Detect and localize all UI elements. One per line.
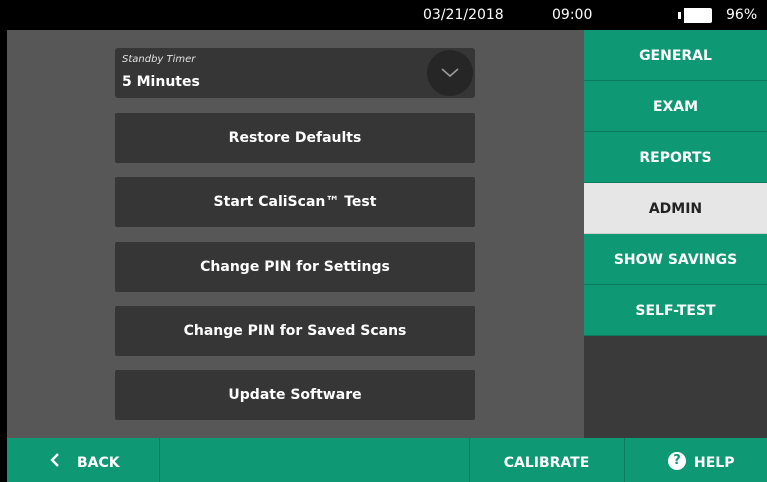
change-pin-settings-button[interactable]: Change PIN for Settings <box>115 242 475 292</box>
calibrate-button[interactable]: CALIBRATE <box>469 438 624 482</box>
update-software-button[interactable]: Update Software <box>115 370 475 420</box>
standby-timer-dropdown[interactable]: Standby Timer 5 Minutes <box>115 48 475 98</box>
battery-icon <box>678 8 712 23</box>
divider <box>159 438 160 482</box>
chevron-down-icon[interactable] <box>427 50 473 96</box>
help-button[interactable]: ? HELP <box>624 438 767 482</box>
tab-reports[interactable]: REPORTS <box>584 132 767 183</box>
back-button[interactable]: BACK <box>7 438 159 482</box>
tab-exam[interactable]: EXAM <box>584 81 767 132</box>
tab-general[interactable]: GENERAL <box>584 30 767 81</box>
start-caliscan-test-button[interactable]: Start CaliScan™ Test <box>115 177 475 227</box>
chevron-left-icon <box>50 453 59 467</box>
back-label: BACK <box>77 455 120 471</box>
standby-timer-label: Standby Timer <box>122 54 196 65</box>
settings-sidebar: GENERAL EXAM REPORTS ADMIN SHOW SAVINGS … <box>584 30 767 438</box>
tab-self-test[interactable]: SELF-TEST <box>584 285 767 336</box>
bottom-bar: BACK CALIBRATE ? HELP <box>7 438 767 482</box>
help-label: HELP <box>694 455 735 471</box>
standby-timer-value: 5 Minutes <box>122 74 200 90</box>
restore-defaults-button[interactable]: Restore Defaults <box>115 113 475 163</box>
battery-percent: 96% <box>726 7 758 23</box>
change-pin-saved-scans-button[interactable]: Change PIN for Saved Scans <box>115 306 475 356</box>
tab-show-savings[interactable]: SHOW SAVINGS <box>584 234 767 285</box>
time-text: 09:00 <box>552 7 593 23</box>
tab-admin[interactable]: ADMIN <box>584 183 767 234</box>
status-bar: 03/21/2018 09:00 96% <box>0 0 767 30</box>
help-icon: ? <box>668 452 686 470</box>
date-text: 03/21/2018 <box>423 7 504 23</box>
